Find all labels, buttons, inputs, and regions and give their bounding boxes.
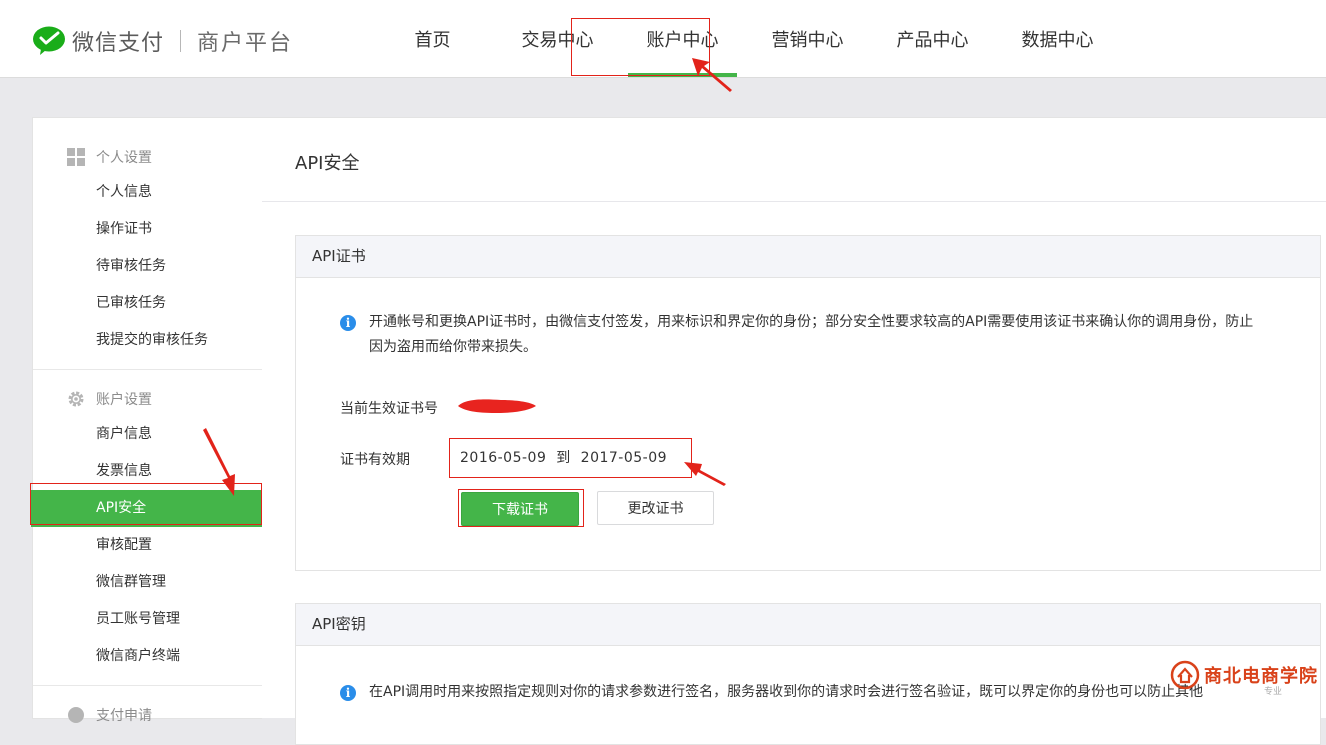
sidebar-head-payment-label: 支付申请 bbox=[96, 708, 152, 724]
sidebar-item-api-security[interactable]: API安全 bbox=[31, 490, 262, 527]
info-icon: i bbox=[340, 315, 356, 331]
sidebar-item-wechat-group[interactable]: 微信群管理 bbox=[33, 564, 262, 601]
api-cert-notice: i 开通帐号和更换API证书时，由微信支付签发，用来标识和界定你的身份；部分安全… bbox=[340, 310, 1259, 360]
api-cert-notice-text: 开通帐号和更换API证书时，由微信支付签发，用来标识和界定你的身份；部分安全性要… bbox=[369, 314, 1254, 355]
info-icon: i bbox=[340, 685, 356, 701]
watermark-logo-icon bbox=[1170, 660, 1200, 690]
sidebar-item-operation-cert[interactable]: 操作证书 bbox=[33, 211, 262, 248]
sidebar-head-account-label: 账户设置 bbox=[96, 392, 152, 408]
sidebar-item-reviewed[interactable]: 已审核任务 bbox=[33, 285, 262, 322]
download-cert-button[interactable]: 下载证书 bbox=[461, 492, 579, 526]
nav-product[interactable]: 产品中心 bbox=[870, 0, 995, 77]
sidebar-head-payment: 支付申请 bbox=[33, 698, 262, 732]
nav-account[interactable]: 账户中心 bbox=[620, 0, 745, 77]
grid-icon bbox=[67, 148, 85, 166]
sidebar-head-personal-label: 个人设置 bbox=[96, 150, 152, 166]
brand-divider bbox=[180, 30, 182, 52]
pay-icon bbox=[67, 706, 85, 724]
nav-home[interactable]: 首页 bbox=[370, 0, 495, 77]
main-nav: 首页 交易中心 账户中心 营销中心 产品中心 数据中心 bbox=[370, 0, 1120, 77]
sidebar-item-staff-accounts[interactable]: 员工账号管理 bbox=[33, 601, 262, 638]
current-cert-label: 当前生效证书号 bbox=[340, 401, 438, 417]
change-cert-button[interactable]: 更改证书 bbox=[597, 491, 714, 525]
sidebar-group-account: 账户设置 商户信息 发票信息 API安全 审核配置 微信群管理 员工账号管理 微… bbox=[31, 370, 262, 686]
sidebar-item-personal-info[interactable]: 个人信息 bbox=[33, 174, 262, 211]
api-key-notice-text: 在API调用时用来按照指定规则对你的请求参数进行签名，服务器收到你的请求时会进行… bbox=[369, 684, 1204, 700]
watermark-sub: 专业 bbox=[1264, 687, 1283, 697]
sidebar-item-pending-review[interactable]: 待审核任务 bbox=[33, 248, 262, 285]
brand-name: 微信支付 bbox=[72, 31, 165, 56]
sidebar-item-invoice-info[interactable]: 发票信息 bbox=[33, 453, 262, 490]
api-key-panel-title: API密钥 bbox=[296, 604, 1320, 646]
nav-marketing[interactable]: 营销中心 bbox=[745, 0, 870, 77]
watermark: 商北电商学院 专业 bbox=[1170, 660, 1318, 697]
sidebar-item-merchant-info[interactable]: 商户信息 bbox=[33, 416, 262, 453]
sidebar-item-review-config[interactable]: 审核配置 bbox=[33, 527, 262, 564]
sidebar-group-payment: 支付申请 bbox=[33, 686, 262, 742]
watermark-text: 商北电商学院 bbox=[1204, 666, 1318, 687]
api-key-notice: i 在API调用时用来按照指定规则对你的请求参数进行签名，服务器收到你的请求时会… bbox=[340, 680, 1309, 705]
nav-data[interactable]: 数据中心 bbox=[995, 0, 1120, 77]
api-cert-panel: API证书 i 开通帐号和更换API证书时，由微信支付签发，用来标识和界定你的身… bbox=[295, 235, 1321, 571]
validity-label: 证书有效期 bbox=[340, 452, 410, 468]
sidebar-item-merchant-terminal[interactable]: 微信商户终端 bbox=[33, 638, 262, 675]
page-title-bar: API安全 bbox=[262, 118, 1326, 202]
brand-platform: 商户平台 bbox=[197, 31, 294, 56]
wechat-pay-logo-icon bbox=[33, 26, 65, 55]
api-cert-panel-title: API证书 bbox=[296, 236, 1320, 278]
page-title: API安全 bbox=[295, 153, 360, 174]
sidebar: 个人设置 个人信息 操作证书 待审核任务 已审核任务 我提交的审核任务 账户设置… bbox=[31, 117, 262, 724]
sidebar-head-account: 账户设置 bbox=[33, 382, 262, 416]
api-key-panel: API密钥 i 在API调用时用来按照指定规则对你的请求参数进行签名，服务器收到… bbox=[295, 603, 1321, 745]
validity-value: 2016-05-09 到 2017-05-09 bbox=[460, 450, 668, 466]
top-header: 微信支付 商户平台 首页 交易中心 账户中心 营销中心 产品中心 数据中心 bbox=[0, 0, 1326, 78]
sidebar-group-personal: 个人设置 个人信息 操作证书 待审核任务 已审核任务 我提交的审核任务 bbox=[33, 118, 262, 370]
gear-icon bbox=[67, 390, 85, 408]
sidebar-head-personal: 个人设置 bbox=[33, 140, 262, 174]
brand[interactable]: 微信支付 商户平台 bbox=[32, 24, 293, 58]
nav-trade[interactable]: 交易中心 bbox=[495, 0, 620, 77]
main-content: API安全 API证书 i 开通帐号和更换API证书时，由微信支付签发，用来标识… bbox=[262, 117, 1326, 745]
sidebar-item-my-submitted[interactable]: 我提交的审核任务 bbox=[33, 322, 262, 359]
redacted-cert-number bbox=[458, 399, 536, 413]
